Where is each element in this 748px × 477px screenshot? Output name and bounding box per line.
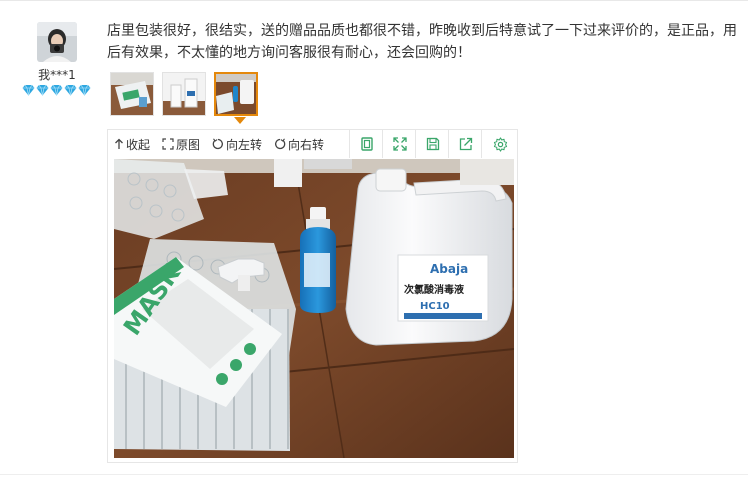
fullscreen-button[interactable]: [382, 130, 416, 158]
save-icon: [426, 137, 439, 151]
original-image-label: 原图: [176, 137, 201, 152]
share-icon: [459, 137, 472, 151]
review-thumbnail[interactable]: [110, 72, 154, 116]
expand-corners-icon: [162, 138, 174, 150]
bottle-model-text: HC10: [420, 301, 450, 312]
share-button[interactable]: [448, 130, 482, 158]
bottle-brand-text: Abaja: [430, 262, 468, 276]
review-thumbnails: [110, 72, 258, 116]
diamond-icon: [78, 84, 91, 96]
review-thumbnail-selected[interactable]: [214, 72, 258, 116]
top-divider: [0, 0, 748, 1]
user-level-badge: [22, 84, 91, 98]
avatar[interactable]: [37, 22, 77, 62]
fit-screen-icon: [360, 137, 373, 151]
rotate-right-icon: [275, 138, 286, 150]
username[interactable]: 我***1: [20, 66, 94, 83]
review-text: 店里包装很好，很结实，送的赠品品质也都很不错，昨晚收到后特意试了一下过来评价的，…: [107, 23, 737, 61]
review-thumbnail[interactable]: [162, 72, 206, 116]
arrow-up-icon: [115, 138, 123, 149]
image-viewer: 收起 原图 向左转 向右转 MASK Abaja 次氯酸消毒液 HC10: [107, 129, 518, 463]
diamond-icon: [64, 84, 77, 96]
bottle-label-text: 次氯酸消毒液: [404, 283, 464, 296]
save-button[interactable]: [415, 130, 449, 158]
original-image-button[interactable]: 原图: [162, 130, 200, 158]
fullscreen-icon: [392, 137, 407, 151]
fit-screen-button[interactable]: [349, 130, 383, 158]
collapse-button[interactable]: 收起: [114, 130, 150, 158]
settings-button[interactable]: [481, 130, 518, 158]
rotate-right-label: 向右转: [288, 137, 325, 152]
bottom-divider: [0, 474, 748, 475]
selected-thumbnail-indicator: [234, 117, 246, 124]
collapse-label: 收起: [126, 137, 151, 152]
settings-icon: [493, 136, 507, 152]
viewer-toolbar: 收起 原图 向左转 向右转: [108, 130, 517, 158]
rotate-left-button[interactable]: 向左转: [212, 130, 262, 158]
rotate-left-icon: [212, 138, 223, 150]
rotate-right-button[interactable]: 向右转: [274, 130, 324, 158]
diamond-icon: [50, 84, 63, 96]
diamond-icon: [22, 84, 35, 96]
rotate-left-label: 向左转: [226, 137, 263, 152]
review-photo[interactable]: MASK Abaja 次氯酸消毒液 HC10: [114, 159, 514, 458]
diamond-icon: [36, 84, 49, 96]
